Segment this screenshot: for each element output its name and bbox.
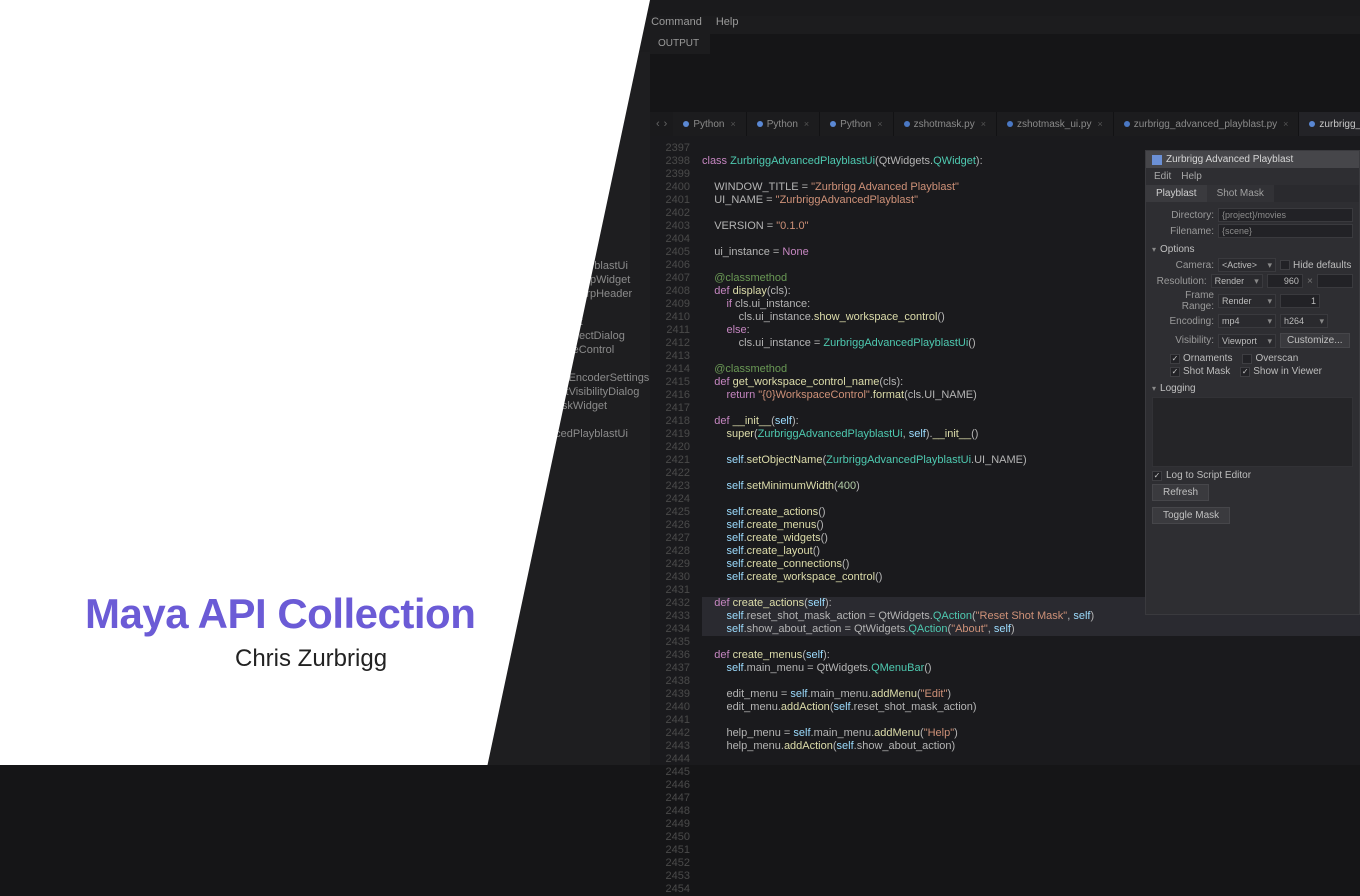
tab-status-icon [1309,121,1315,127]
log-output-area [1152,397,1353,467]
options-section-header[interactable]: Options [1152,244,1353,255]
hide-defaults-checkbox[interactable] [1280,260,1290,270]
logging-section-header[interactable]: Logging [1152,383,1353,394]
editor-tab[interactable]: zurbrigg_advanced_playblast.py × [1114,112,1300,136]
menu-command[interactable]: Command [651,16,702,34]
tab-status-icon [1007,121,1013,127]
tool-tabs: Playblast Shot Mask [1146,185,1359,202]
tool-tab-shotmask[interactable]: Shot Mask [1207,185,1274,202]
tool-window-menubar: Edit Help [1146,168,1359,185]
tab-close-icon[interactable]: × [730,119,735,129]
visibility-label: Visibility: [1152,335,1214,346]
encoding-label: Encoding: [1152,316,1214,327]
directory-label: Directory: [1152,210,1214,221]
output-body [650,54,1360,112]
directory-field[interactable]: {project}/movies [1218,208,1353,222]
filename-label: Filename: [1152,226,1214,237]
editor-gutter: 2397239823992400240124022403240424052406… [650,136,698,765]
tab-close-icon[interactable]: × [1097,119,1102,129]
tab-status-icon [830,121,836,127]
log-to-script-label: Log to Script Editor [1166,470,1251,481]
resolution-width-field[interactable]: 960 [1267,274,1303,288]
tab-label: Python [767,119,798,130]
tab-label: zshotmask_ui.py [1017,119,1091,130]
refresh-button[interactable]: Refresh [1152,484,1209,501]
resolution-dropdown[interactable]: Render [1211,274,1263,288]
toggle-mask-button[interactable]: Toggle Mask [1152,507,1230,524]
tab-close-icon[interactable]: × [1283,119,1288,129]
editor-tab[interactable]: zurbrigg_advanced_playblast_ui.py [1299,112,1360,136]
framerange-start-field[interactable]: 1 [1280,294,1320,308]
resolution-label: Resolution: [1152,276,1207,287]
tab-close-icon[interactable]: × [981,119,986,129]
tab-label: zurbrigg_advanced_playblast_ui.py [1319,119,1360,130]
editor-tab[interactable]: Python × [673,112,746,136]
output-tab[interactable]: OUTPUT [650,34,710,54]
encoding-preset-dropdown[interactable]: h264 [1280,314,1328,328]
tool-body: Directory: {project}/movies Filename: {s… [1146,202,1359,614]
editor-tab[interactable]: Python × [820,112,893,136]
menu-help[interactable]: Help [716,16,739,34]
customize-button[interactable]: Customize... [1280,333,1350,348]
editor-tab-strip: ‹ › Python×Python×Python×zshotmask.py×zs… [650,112,1360,136]
tool-window-title: Zurbrigg Advanced Playblast [1166,154,1293,165]
shotmask-checkbox[interactable] [1170,367,1180,377]
tool-window-icon [1152,155,1162,165]
tab-status-icon [683,121,689,127]
tab-label: zshotmask.py [914,119,975,130]
tab-label: Python [840,119,871,130]
overscan-label: Overscan [1255,353,1298,364]
editor-tab[interactable]: zshotmask_ui.py × [997,112,1114,136]
showinviewer-checkbox[interactable] [1240,367,1250,377]
encoding-dropdown[interactable]: mp4 [1218,314,1276,328]
tab-status-icon [904,121,910,127]
overscan-checkbox[interactable] [1242,354,1252,364]
hide-defaults-label: Hide defaults [1293,260,1351,271]
editor-tab[interactable]: Python × [747,112,820,136]
promo-title: Maya API Collection [85,590,475,638]
framerange-dropdown[interactable]: Render [1218,294,1276,308]
tool-menu-edit[interactable]: Edit [1154,171,1171,182]
tab-label: zurbrigg_advanced_playblast.py [1134,119,1277,130]
tool-menu-help[interactable]: Help [1181,171,1202,182]
log-to-script-checkbox[interactable] [1152,471,1162,481]
visibility-dropdown[interactable]: Viewport [1218,334,1276,348]
tab-nav-back-icon[interactable]: ‹ [656,118,660,130]
tool-tab-playblast[interactable]: Playblast [1146,185,1207,202]
filename-field[interactable]: {scene} [1218,224,1353,238]
showinviewer-label: Show in Viewer [1253,366,1322,377]
tab-nav-forward-icon[interactable]: › [664,118,668,130]
tab-label: Python [693,119,724,130]
shotmask-label: Shot Mask [1183,366,1230,377]
framerange-label: Frame Range: [1152,290,1214,312]
tool-window-titlebar[interactable]: Zurbrigg Advanced Playblast [1146,151,1359,168]
tab-status-icon [1124,121,1130,127]
tab-close-icon[interactable]: × [877,119,882,129]
camera-label: Camera: [1152,260,1214,271]
promo-author: Chris Zurbrigg [235,645,387,673]
playblast-tool-window: Zurbrigg Advanced Playblast Edit Help Pl… [1145,150,1360,615]
editor-tab[interactable]: zshotmask.py × [894,112,997,136]
tab-status-icon [757,121,763,127]
ornaments-checkbox[interactable] [1170,354,1180,364]
camera-dropdown[interactable]: <Active> [1218,258,1276,272]
ornaments-label: Ornaments [1183,353,1232,364]
tab-close-icon[interactable]: × [804,119,809,129]
resolution-height-field[interactable] [1317,274,1353,288]
